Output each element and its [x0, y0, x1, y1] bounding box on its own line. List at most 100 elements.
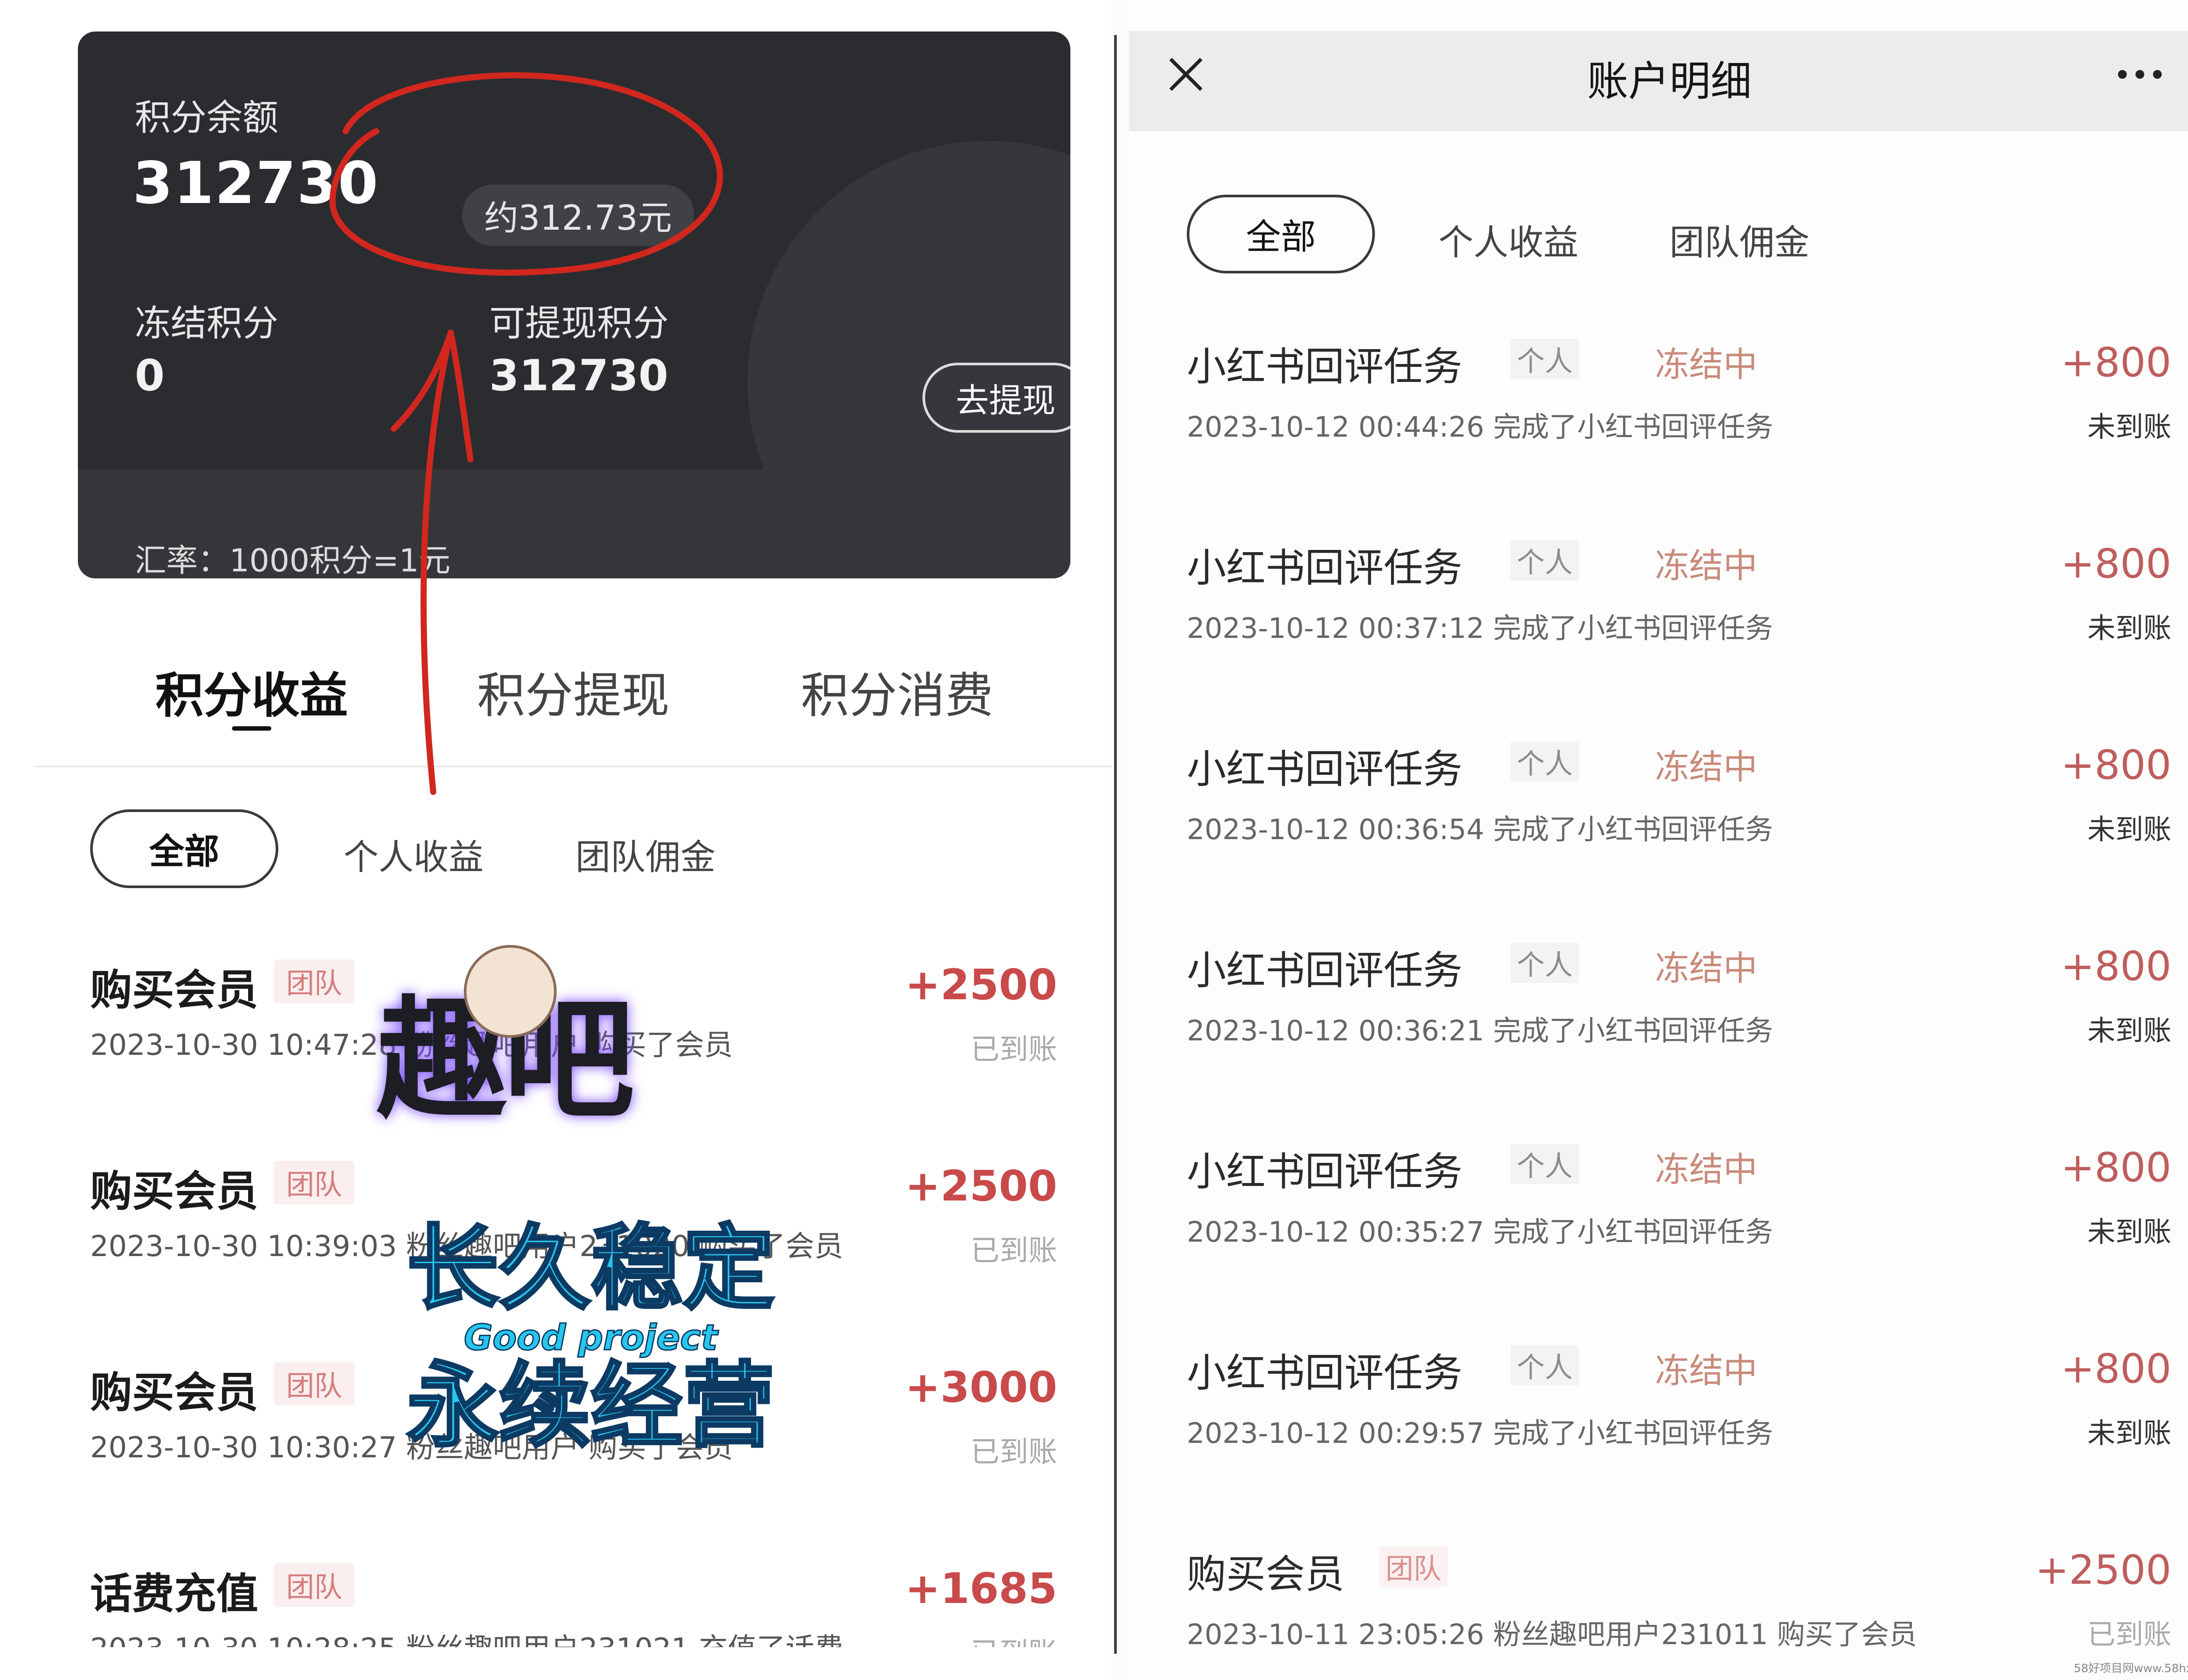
record-amount: +800: [2061, 339, 2171, 386]
record-status: 未到账: [2087, 1015, 2171, 1047]
filter-personal-income[interactable]: 个人收益: [1438, 214, 1578, 265]
record-state: 冻结中: [1655, 1150, 1758, 1190]
record-title: 购买会员: [90, 966, 258, 1015]
record-amount: +800: [2061, 1144, 2171, 1191]
filter-team-commission[interactable]: 团队佣金: [1669, 214, 1809, 265]
filter-all-button[interactable]: 全部: [90, 809, 278, 888]
filter-all-button[interactable]: 全部: [1187, 195, 1375, 273]
tab-points-income[interactable]: 积分收益: [155, 656, 348, 726]
record-desc: 2023-10-12 00:36:54 完成了小红书回评任务: [1187, 814, 1774, 846]
record-amount: +800: [2061, 943, 2171, 990]
points-page: 积分余额 312730 约312.73元 冻结积分 0 可提现积分 312730…: [0, 0, 1112, 1680]
quba-logo-watermark: 趣吧: [376, 945, 709, 1137]
record-amount: +2500: [905, 960, 1057, 1009]
record-tag: 个人: [1511, 1144, 1579, 1184]
withdrawable-points-value: 312730: [489, 351, 669, 401]
record-title: 购买会员: [1187, 1551, 1344, 1597]
points-balance-card: 积分余额 312730 约312.73元 冻结积分 0 可提现积分 312730…: [78, 32, 1070, 578]
navigation-bar: 账户明细: [1129, 31, 2188, 131]
exchange-rate: 汇率：1000积分=1元: [135, 542, 451, 578]
record-desc: 2023-10-11 23:05:26 粉丝趣吧用户231011 购买了会员: [1187, 1619, 1917, 1651]
record-tag: 团队: [274, 1161, 354, 1204]
page-title: 账户明细: [1587, 58, 1752, 105]
frozen-points-label: 冻结积分: [135, 303, 279, 344]
record-tag: 团队: [1379, 1547, 1448, 1587]
record-status: 未到账: [2087, 814, 2171, 846]
approx-value-badge: 约312.73元: [462, 185, 694, 246]
record-title: 小红书回评任务: [1187, 1149, 1462, 1195]
record-amount: +800: [2061, 742, 2171, 788]
cartoon-face-icon: [464, 945, 557, 1038]
record-tag: 个人: [1511, 742, 1579, 782]
divider-line: [35, 766, 1112, 767]
slogan-line3: 永续经营: [406, 1352, 776, 1460]
frozen-points-value: 0: [135, 351, 165, 401]
record-title: 小红书回评任务: [1187, 344, 1462, 390]
record-state: 冻结中: [1655, 345, 1758, 385]
record-title: 购买会员: [90, 1167, 258, 1216]
slogan-line1: 长久稳定: [406, 1215, 776, 1322]
record-status: 已到账: [971, 1234, 1057, 1267]
panel-divider: [1114, 35, 1117, 1654]
list-item[interactable]: 小红书回评任务 个人 冻结中 2023-10-12 00:36:21 完成了小红…: [1187, 938, 2171, 1113]
tab-points-consume[interactable]: 积分消费: [801, 656, 993, 726]
record-status: 已到账: [971, 1630, 1057, 1647]
balance-label: 积分余额: [135, 97, 279, 139]
list-item[interactable]: 小红书回评任务 个人 冻结中 2023-10-12 00:29:57 完成了小红…: [1187, 1341, 2171, 1516]
list-item[interactable]: 小红书回评任务 个人 冻结中 2023-10-12 00:37:12 完成了小红…: [1187, 536, 2171, 711]
active-tab-indicator: [232, 726, 271, 731]
filter-personal-income[interactable]: 个人收益: [344, 829, 484, 880]
record-status: 未到账: [2087, 612, 2171, 645]
site-watermark: 58好项目网www.58hxm.com: [2074, 1662, 2188, 1675]
list-item[interactable]: 小红书回评任务 个人 冻结中 2023-10-12 00:36:54 完成了小红…: [1187, 737, 2171, 912]
record-state: 冻结中: [1655, 1351, 1758, 1391]
record-tag: 团队: [274, 1362, 354, 1406]
record-tag: 个人: [1511, 943, 1579, 983]
record-amount: +1685: [905, 1564, 1057, 1613]
record-desc: 2023-10-12 00:37:12 完成了小红书回评任务: [1187, 612, 1774, 645]
record-status: 已到账: [2087, 1619, 2171, 1651]
record-tag: 团队: [274, 959, 354, 1003]
record-title: 小红书回评任务: [1187, 545, 1462, 591]
record-tag: 个人: [1511, 540, 1579, 581]
withdrawable-points-label: 可提现积分: [489, 303, 669, 344]
more-options-icon[interactable]: [2114, 52, 2166, 96]
record-state: 冻结中: [1655, 748, 1758, 787]
list-item[interactable]: 购买会员 团队 2023-10-11 23:05:26 粉丝趣吧用户231011…: [1187, 1542, 2171, 1656]
record-state: 冻结中: [1655, 949, 1758, 988]
record-amount: +3000: [905, 1363, 1057, 1412]
balance-value: 312730: [133, 150, 379, 217]
withdraw-button[interactable]: 去提现: [922, 363, 1070, 433]
record-title: 话费充值: [90, 1569, 258, 1618]
record-tag: 团队: [274, 1563, 354, 1607]
screenshot-composite: 积分余额 312730 约312.73元 冻结积分 0 可提现积分 312730…: [0, 0, 2188, 1680]
record-tag: 个人: [1511, 339, 1579, 379]
record-desc: 2023-10-12 00:36:21 完成了小红书回评任务: [1187, 1015, 1774, 1047]
record-title: 购买会员: [90, 1368, 258, 1417]
record-title: 小红书回评任务: [1187, 746, 1462, 792]
record-amount: +2500: [905, 1162, 1057, 1211]
record-title: 小红书回评任务: [1187, 1350, 1462, 1396]
slogan-watermark: 长久稳定 Good project 永续经营: [403, 1215, 779, 1466]
record-amount: +2500: [2035, 1547, 2171, 1593]
filter-team-commission[interactable]: 团队佣金: [575, 829, 715, 880]
record-desc: 2023-10-12 00:29:57 完成了小红书回评任务: [1187, 1418, 1774, 1450]
record-amount: +800: [2061, 540, 2171, 587]
list-item[interactable]: 小红书回评任务 个人 冻结中 2023-10-12 00:35:27 完成了小红…: [1187, 1140, 2171, 1315]
list-item[interactable]: 话费充值 团队 2023-10-30 10:28:25 粉丝趣吧用户231021…: [90, 1560, 1057, 1647]
record-status: 未到账: [2087, 1216, 2171, 1249]
record-state: 冻结中: [1655, 546, 1758, 586]
record-title: 小红书回评任务: [1187, 948, 1462, 994]
record-desc: 2023-10-12 00:35:27 完成了小红书回评任务: [1187, 1216, 1774, 1249]
account-detail-page: 账户明细 全部 个人收益 团队佣金 小红书回评任务 个人 冻结中 2023-10…: [1129, 0, 2188, 1680]
record-amount: +800: [2061, 1345, 2171, 1392]
record-tag: 个人: [1511, 1345, 1579, 1386]
tab-points-withdraw[interactable]: 积分提现: [477, 656, 670, 726]
list-item[interactable]: 小红书回评任务 个人 冻结中 2023-10-12 00:44:26 完成了小红…: [1187, 335, 2171, 510]
record-desc: 2023-10-12 00:44:26 完成了小红书回评任务: [1187, 411, 1774, 444]
record-status: 已到账: [971, 1435, 1057, 1469]
record-status: 已到账: [971, 1032, 1057, 1066]
points-tabs: 积分收益 积分提现 积分消费: [0, 656, 1112, 766]
slogan-line2: Good project: [463, 1316, 719, 1358]
record-status: 未到账: [2087, 411, 2171, 444]
